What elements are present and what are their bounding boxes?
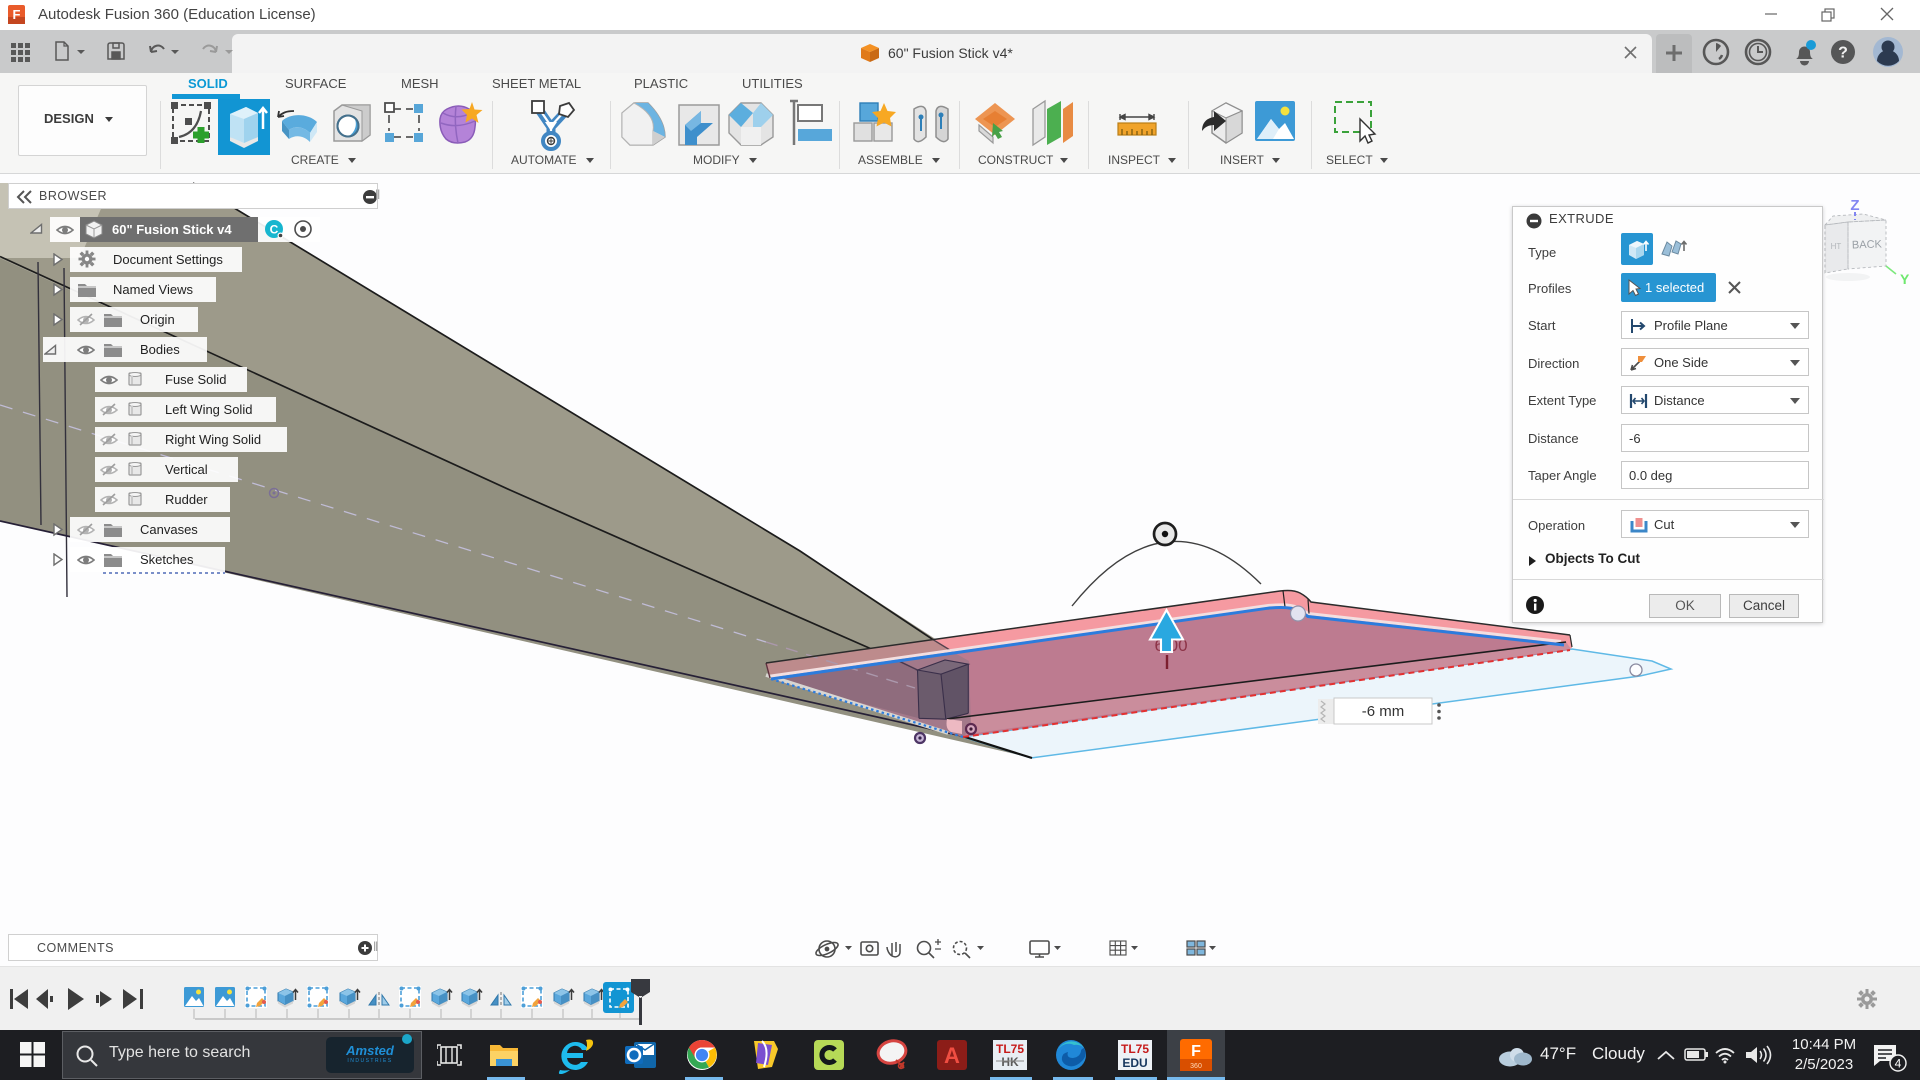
- svg-text:360: 360: [1190, 1063, 1202, 1070]
- svg-text:A: A: [944, 1043, 960, 1068]
- svg-text:-6 mm: -6 mm: [1362, 703, 1405, 720]
- svg-text:EDU: EDU: [1122, 1056, 1147, 1070]
- svg-text:?: ?: [1838, 45, 1848, 62]
- svg-text:TL75: TL75: [996, 1042, 1024, 1056]
- svg-text:TL75: TL75: [1121, 1042, 1149, 1056]
- svg-text:4: 4: [1895, 1057, 1902, 1071]
- svg-text:F: F: [13, 7, 21, 22]
- svg-text:HT: HT: [1831, 242, 1842, 251]
- svg-text:F: F: [1191, 1043, 1201, 1060]
- svg-text:C: C: [270, 223, 279, 237]
- svg-text:HK: HK: [1001, 1055, 1019, 1069]
- svg-text:Z: Z: [1850, 197, 1859, 214]
- svg-text:Y: Y: [1900, 271, 1910, 287]
- svg-text:BACK: BACK: [1852, 238, 1883, 251]
